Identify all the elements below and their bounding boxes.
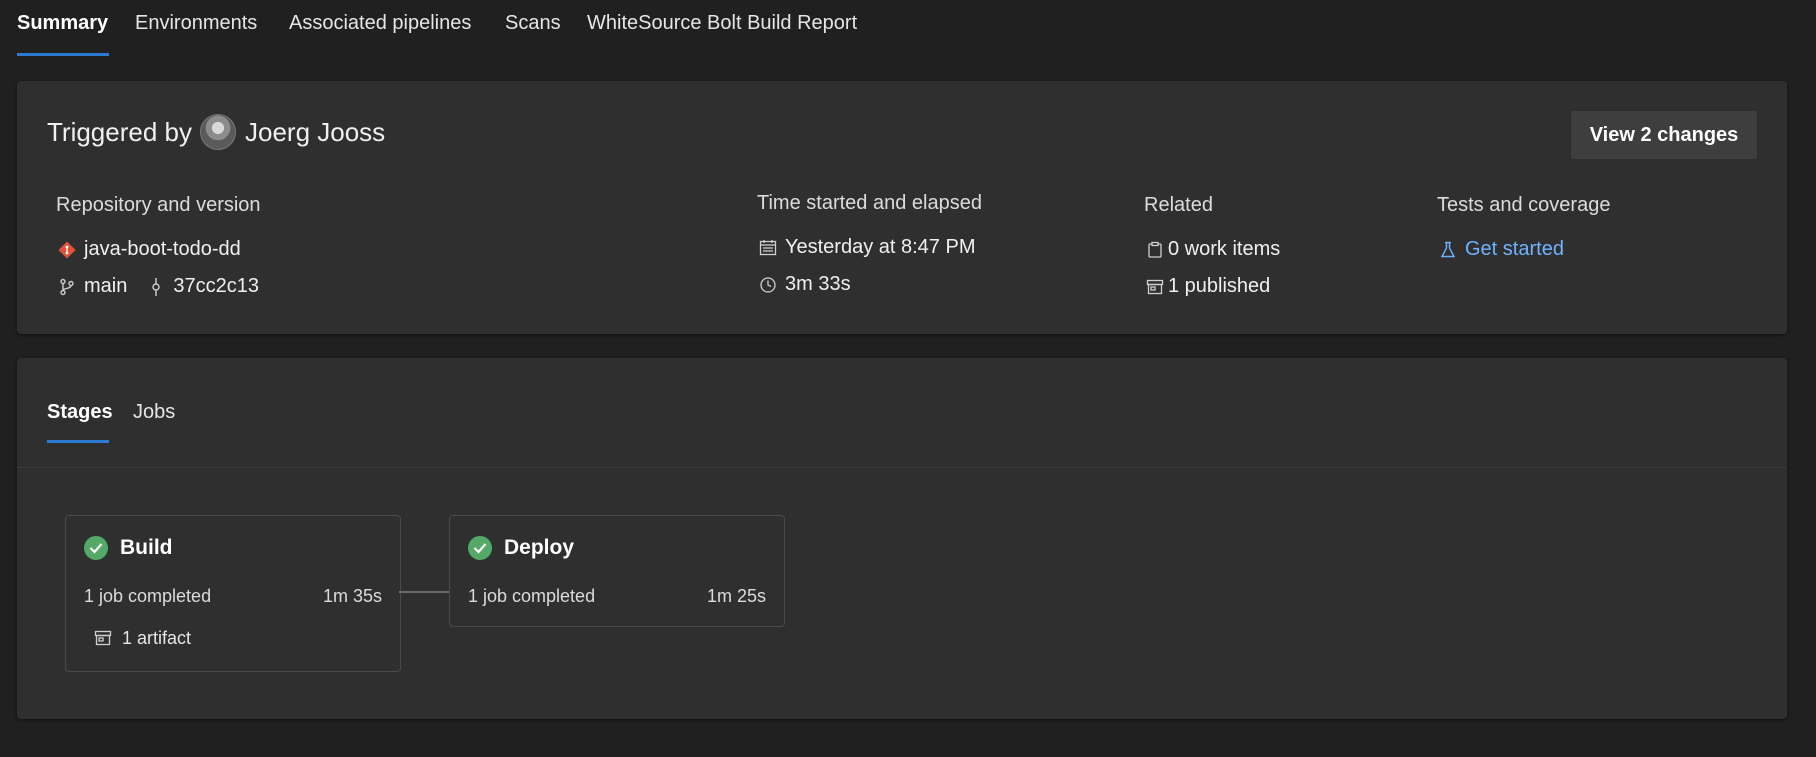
elapsed-row: 3m 33s (757, 266, 982, 303)
tab-whitesource-report[interactable]: WhiteSource Bolt Build Report (587, 12, 857, 35)
active-subtab-indicator (47, 440, 109, 443)
stage-build[interactable]: Build 1 job completed 1m 35s 1 artifact (65, 515, 401, 672)
artifact-icon (92, 627, 114, 649)
run-summary-card: Triggered by Joerg Jooss View 2 changes … (17, 81, 1787, 334)
check-circle-icon (468, 536, 492, 560)
active-tab-indicator (17, 53, 109, 56)
elapsed-time: 3m 33s (785, 273, 851, 295)
stage-deploy-status: 1 job completed (468, 586, 596, 606)
clock-icon (757, 274, 779, 296)
tab-scans[interactable]: Scans (505, 12, 561, 35)
get-started-text[interactable]: Get started (1465, 238, 1564, 261)
stage-build-status: 1 job completed (84, 586, 212, 606)
branch-name[interactable]: main (84, 275, 127, 298)
time-section: Time started and elapsed Yesterday at 8:… (757, 192, 982, 303)
published-row[interactable]: 1 published (1144, 268, 1280, 305)
tab-associated-pipelines[interactable]: Associated pipelines (289, 12, 471, 35)
tests-heading: Tests and coverage (1437, 194, 1611, 216)
tab-summary[interactable]: Summary (17, 12, 108, 35)
flask-icon (1437, 239, 1459, 261)
stage-deploy-title: Deploy (468, 536, 574, 560)
tab-stages[interactable]: Stages (47, 401, 113, 424)
stage-build-title: Build (84, 536, 173, 560)
commit-id[interactable]: 37cc2c13 (173, 275, 259, 298)
stage-build-status-row: 1 job completed 1m 35s (84, 586, 382, 607)
repo-row[interactable]: java-boot-todo-dd (56, 231, 261, 268)
time-heading: Time started and elapsed (757, 192, 982, 214)
work-items-row[interactable]: 0 work items (1144, 231, 1280, 268)
stage-build-artifact-label: 1 artifact (122, 627, 192, 648)
stages-card: Stages Jobs Build 1 job completed 1m 35s… (17, 358, 1787, 719)
published-count: 1 published (1168, 275, 1271, 297)
stage-connector (399, 591, 449, 593)
stage-deploy-status-row: 1 job completed 1m 25s (468, 586, 766, 607)
tab-environments[interactable]: Environments (135, 12, 257, 35)
stage-build-artifact[interactable]: 1 artifact (92, 627, 191, 649)
artifact-icon (1144, 276, 1166, 298)
triggered-by: Triggered by Joerg Jooss (47, 114, 385, 150)
calendar-icon (757, 237, 779, 259)
avatar (200, 114, 236, 150)
repo-name: java-boot-todo-dd (84, 238, 241, 260)
triggered-by-user[interactable]: Joerg Jooss (245, 117, 385, 148)
get-started-link[interactable]: Get started (1437, 231, 1610, 268)
stage-deploy[interactable]: Deploy 1 job completed 1m 25s (449, 515, 785, 627)
stage-build-name: Build (120, 536, 173, 559)
git-repo-icon (56, 239, 78, 261)
started-row: Yesterday at 8:47 PM (757, 229, 982, 266)
related-heading: Related (1144, 194, 1213, 216)
work-items-count: 0 work items (1168, 238, 1281, 260)
divider (17, 467, 1787, 468)
check-circle-icon (84, 536, 108, 560)
view-changes-button[interactable]: View 2 changes (1571, 111, 1757, 159)
repository-section: Repository and version java-boot-todo-dd… (56, 194, 261, 305)
version-row: main 37cc2c13 (56, 268, 261, 305)
tab-jobs[interactable]: Jobs (133, 401, 175, 424)
top-tab-bar: Summary Environments Associated pipeline… (0, 0, 1816, 58)
commit-icon (145, 276, 167, 298)
start-time: Yesterday at 8:47 PM (785, 236, 976, 258)
tests-section: Tests and coverage Get started (1437, 194, 1610, 268)
stage-build-duration: 1m 35s (322, 586, 382, 606)
stage-deploy-duration: 1m 25s (706, 586, 766, 606)
stage-deploy-name: Deploy (504, 536, 575, 559)
related-section: Related 0 work items 1 published (1144, 194, 1280, 305)
work-item-icon (1144, 239, 1166, 261)
branch-icon (56, 276, 78, 298)
triggered-by-label: Triggered by (47, 116, 192, 147)
repository-heading: Repository and version (56, 194, 261, 216)
